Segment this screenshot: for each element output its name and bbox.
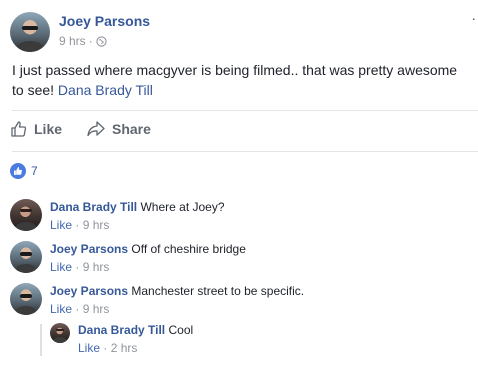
commenter-avatar[interactable] [10,199,42,231]
comment-timestamp[interactable]: 9 hrs [83,260,110,274]
commenter-avatar[interactable] [10,283,42,315]
mention-link[interactable]: Dana Brady Till [58,82,153,98]
divider [12,151,478,152]
comment-like-link[interactable]: Like [50,218,72,232]
commenter-avatar[interactable] [50,323,70,343]
author-avatar[interactable] [10,12,50,52]
comment-like-link[interactable]: Like [50,302,72,316]
post-timestamp[interactable]: 9 hrs [59,34,86,48]
post-author-name[interactable]: Joey Parsons [59,13,150,29]
reaction-count[interactable]: 7 [31,164,38,178]
share-button-label: Share [112,121,151,137]
post-options-menu-icon[interactable]: · [471,11,476,25]
comment-text: Off of cheshire bridge [131,242,246,256]
commenter-avatar[interactable] [10,241,42,273]
meta-separator: · [72,302,83,316]
comment-like-link[interactable]: Like [50,260,72,274]
share-arrow-icon [87,121,105,137]
comment-like-link[interactable]: Like [78,341,100,355]
reactions-summary[interactable]: 7 [10,163,38,179]
comment-text: Cool [168,323,194,337]
like-icon [10,163,26,179]
reply-thread-line [40,324,42,356]
like-button-label: Like [34,121,63,137]
comment-author[interactable]: Joey Parsons [50,284,128,298]
comment-timestamp[interactable]: 9 hrs [83,218,110,232]
share-button[interactable]: Share [86,120,151,138]
globe-icon[interactable] [96,35,107,47]
meta-separator: · [88,34,93,48]
post-meta: 9 hrs · [59,34,107,48]
meta-separator: · [100,341,111,355]
comment-author[interactable]: Dana Brady Till [78,323,165,337]
comment-author[interactable]: Joey Parsons [50,242,128,256]
comment-author[interactable]: Dana Brady Till [50,200,137,214]
comment-timestamp[interactable]: 9 hrs [83,302,110,316]
thumbs-up-icon [11,121,27,137]
comment-text: Manchester street to be specific. [131,284,305,298]
divider [12,110,478,111]
like-button[interactable]: Like [10,120,62,138]
comment-timestamp[interactable]: 2 hrs [111,341,138,355]
meta-separator: · [72,260,83,274]
post-text: I just passed where macgyver is being fi… [12,60,472,100]
meta-separator: · [72,218,83,232]
comment-text: Where at Joey? [140,200,225,214]
